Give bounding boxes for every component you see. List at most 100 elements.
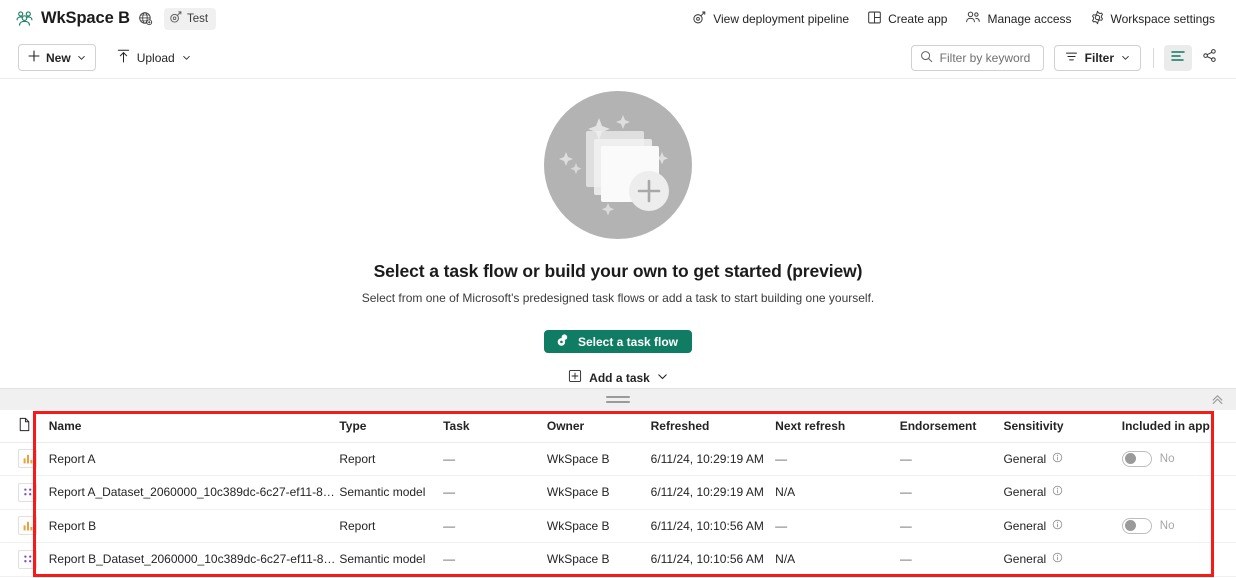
filter-button[interactable]: Filter: [1053, 44, 1141, 71]
workspace-items-table: Name Type Task Owner Refreshed Next refr…: [0, 410, 1236, 578]
create-app-label: Create app: [888, 11, 948, 26]
upload-button[interactable]: Upload: [109, 44, 199, 71]
items-table: Name Type Task Owner Refreshed Next refr…: [0, 410, 1236, 577]
included-in-app-value: No: [1159, 452, 1175, 465]
row-included-in-app-cell: No: [1121, 509, 1236, 543]
row-task: —: [443, 509, 547, 543]
toolbar-divider: [1153, 47, 1154, 68]
upload-button-label: Upload: [136, 50, 175, 65]
report-icon: [18, 449, 37, 469]
plus-box-icon: [568, 369, 582, 386]
column-header-included-in-app[interactable]: Included in app: [1121, 410, 1236, 443]
drag-handle-icon[interactable]: [606, 396, 630, 403]
info-icon[interactable]: [1052, 485, 1063, 499]
included-in-app-toggle[interactable]: [1121, 517, 1152, 534]
upload-icon: [117, 49, 130, 66]
column-header-icon[interactable]: [0, 410, 49, 443]
row-included-in-app-cell: [1121, 542, 1236, 577]
new-button-label: New: [46, 50, 71, 65]
column-header-endorsement[interactable]: Endorsement: [899, 410, 1004, 443]
row-endorsement: —: [899, 475, 1004, 510]
row-sensitivity: General: [1003, 485, 1047, 500]
row-name[interactable]: Report B_Dataset_2060000_10c389dc-6c27-e…: [48, 542, 340, 577]
row-owner: WkSpace B: [546, 442, 651, 476]
manage-access-button[interactable]: Manage access: [956, 4, 1080, 34]
empty-state-subtitle: Select from one of Microsoft's predesign…: [361, 291, 875, 305]
new-button[interactable]: New: [18, 44, 96, 71]
row-item-type-icon-cell: [0, 509, 49, 543]
table-row[interactable]: Report B Report — WkSpace B 6/11/24, 10:…: [0, 509, 1236, 543]
info-icon[interactable]: [1052, 519, 1063, 533]
double-chevron-up-icon[interactable]: [1208, 391, 1226, 409]
report-icon: [18, 516, 37, 536]
row-endorsement: —: [899, 542, 1004, 577]
row-task: —: [443, 442, 547, 476]
add-a-task-button[interactable]: Add a task: [560, 367, 676, 388]
app-grid-icon: [867, 10, 882, 28]
info-icon[interactable]: [1052, 552, 1063, 566]
column-header-owner[interactable]: Owner: [546, 410, 651, 443]
column-header-refreshed[interactable]: Refreshed: [650, 410, 776, 443]
row-type: Report: [339, 509, 444, 543]
row-sensitivity: General: [1003, 451, 1047, 466]
row-name[interactable]: Report A: [48, 442, 340, 476]
select-task-flow-button[interactable]: Select a task flow: [543, 330, 693, 354]
workspace-settings-button[interactable]: Workspace settings: [1081, 4, 1225, 34]
globe-icon: [138, 11, 154, 27]
row-sensitivity: General: [1003, 552, 1047, 567]
workspace-name: WkSpace B: [41, 9, 130, 27]
table-header-row: Name Type Task Owner Refreshed Next refr…: [0, 410, 1236, 443]
row-included-in-app-cell: [1121, 475, 1236, 510]
row-refreshed: 6/11/24, 10:10:56 AM: [650, 509, 776, 543]
row-endorsement: —: [899, 509, 1004, 543]
column-header-task[interactable]: Task: [443, 410, 547, 443]
table-row[interactable]: Report A_Dataset_2060000_10c389dc-6c27-e…: [0, 475, 1236, 510]
panel-splitter[interactable]: [0, 388, 1236, 410]
command-toolbar: New Upload Filter by keyword Filter: [0, 37, 1236, 79]
row-next-refresh: N/A: [775, 542, 900, 577]
empty-state-title: Select a task flow or build your own to …: [373, 261, 863, 281]
included-in-app-toggle[interactable]: [1121, 450, 1152, 467]
lineage-view-toggle[interactable]: [1196, 45, 1224, 71]
deployment-pipeline-icon: [169, 10, 183, 27]
row-name[interactable]: Report A_Dataset_2060000_10c389dc-6c27-e…: [48, 475, 340, 510]
task-flow-empty-state: Select a task flow or build your own to …: [0, 79, 1236, 388]
row-item-type-icon-cell: [0, 542, 49, 577]
row-type: Report: [339, 442, 444, 476]
file-icon: [18, 417, 31, 435]
row-owner: WkSpace B: [546, 542, 651, 577]
gear-icon: [1090, 10, 1105, 28]
chevron-down-icon: [182, 51, 191, 65]
row-endorsement: —: [899, 442, 1004, 476]
row-type: Semantic model: [339, 475, 444, 510]
row-sensitivity: General: [1003, 518, 1047, 533]
test-stage-label: Test: [186, 12, 209, 25]
people-group-icon: [14, 9, 34, 29]
table-row[interactable]: Report B_Dataset_2060000_10c389dc-6c27-e…: [0, 542, 1236, 577]
search-input[interactable]: [939, 50, 1035, 65]
items-table-body: Report A Report — WkSpace B 6/11/24, 10:…: [0, 442, 1236, 577]
column-header-name[interactable]: Name: [48, 410, 340, 443]
workspace-title-group: WkSpace B: [14, 9, 154, 29]
column-header-sensitivity[interactable]: Sensitivity: [1003, 410, 1122, 443]
row-name[interactable]: Report B: [48, 509, 340, 543]
info-icon[interactable]: [1052, 452, 1063, 466]
lineage-view-icon: [1202, 48, 1218, 67]
view-deployment-pipeline-button[interactable]: View deployment pipeline: [683, 4, 858, 34]
row-refreshed: 6/11/24, 10:29:19 AM: [650, 475, 776, 510]
create-app-button[interactable]: Create app: [858, 4, 956, 34]
test-stage-badge[interactable]: Test: [163, 7, 217, 30]
table-row[interactable]: Report A Report — WkSpace B 6/11/24, 10:…: [0, 442, 1236, 476]
row-owner: WkSpace B: [546, 509, 651, 543]
column-header-next-refresh[interactable]: Next refresh: [775, 410, 900, 443]
row-next-refresh: —: [775, 509, 900, 543]
row-owner: WkSpace B: [546, 475, 651, 510]
add-a-task-label: Add a task: [589, 370, 650, 385]
stacked-cards-add-illustration: [544, 91, 692, 239]
row-sensitivity-cell: General: [1003, 542, 1122, 577]
semantic-model-icon: [18, 482, 37, 502]
list-view-toggle[interactable]: [1164, 44, 1192, 71]
search-box[interactable]: [910, 44, 1044, 71]
row-sensitivity-cell: General: [1003, 509, 1122, 543]
column-header-type[interactable]: Type: [339, 410, 444, 443]
